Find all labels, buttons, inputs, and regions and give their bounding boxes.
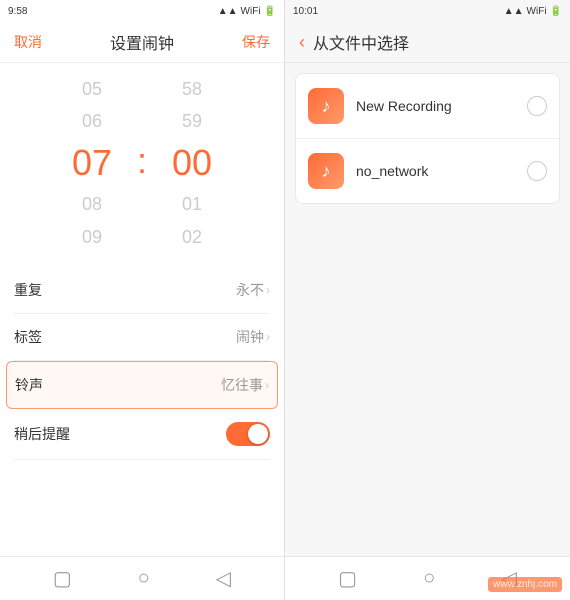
home-icon-right[interactable]: ▢ [338,566,357,591]
ringtone-value: 忆往事› [221,375,269,395]
hour-active: 07 [72,138,112,188]
music-note-icon-2: ♪ [322,161,331,182]
repeat-value: 永不› [236,280,270,300]
alarm-title: 设置闹钟 [110,30,174,54]
signal-icon-right: ▲▲ [504,6,524,17]
minute-prev1: 59 [182,105,202,137]
hour-prev2: 05 [82,73,102,105]
repeat-label: 重复 [14,280,42,300]
file-list: ♪ New Recording ♪ no_network [295,73,560,204]
file-icon-no-network: ♪ [308,153,344,189]
time-colon: : [137,140,147,182]
toggle-knob [248,424,268,444]
right-panel: 10:01 ▲▲ WiFi 🔋 ‹ 从文件中选择 ♪ New Recording… [285,0,570,600]
minute-next1: 01 [182,188,202,220]
settings-list: 重复 永不› 标签 闹钟› 铃声 忆往事› 稍后提醒 [0,267,284,556]
file-picker-top-bar: ‹ 从文件中选择 [285,22,570,63]
file-item-new-recording[interactable]: ♪ New Recording [296,74,559,139]
snooze-label: 稍后提醒 [14,424,70,444]
back-icon-right[interactable]: ○ [423,567,435,590]
signal-icon-left: ▲▲ [218,6,238,17]
minute-prev2: 58 [182,73,202,105]
watermark: www.znhj.com [488,577,562,592]
status-bar-left: 9:58 ▲▲ WiFi 🔋 [0,0,284,22]
back-button[interactable]: ‹ [299,32,305,53]
snooze-toggle[interactable] [226,422,270,446]
file-icon-new-recording: ♪ [308,88,344,124]
ringtone-arrow-icon: › [265,378,269,392]
label-value: 闹钟› [236,327,270,347]
hour-column[interactable]: 05 06 07 08 09 [47,73,137,253]
radio-no-network[interactable] [527,161,547,181]
minute-active: 00 [172,138,212,188]
back-icon[interactable]: ○ [138,567,150,590]
hour-next1: 08 [82,188,102,220]
time-picker: 05 06 07 08 09 : 58 59 00 01 02 [0,63,284,267]
battery-icon-left: 🔋 [264,6,276,17]
recent-icon[interactable]: ◁ [216,566,231,591]
repeat-row[interactable]: 重复 永不› [14,267,270,314]
wifi-icon-right: WiFi [527,6,547,17]
minute-column[interactable]: 58 59 00 01 02 [147,73,237,253]
ringtone-row[interactable]: 铃声 忆往事› [6,361,278,409]
status-bar-right: 10:01 ▲▲ WiFi 🔋 [285,0,570,22]
minute-next2: 02 [182,221,202,253]
hour-prev1: 06 [82,105,102,137]
status-time-left: 9:58 [8,6,27,17]
status-icons-right: ▲▲ WiFi 🔋 [504,6,562,17]
music-note-icon: ♪ [322,96,331,117]
file-picker-title: 从文件中选择 [313,30,409,54]
status-icons-left: ▲▲ WiFi 🔋 [218,6,276,17]
alarm-top-bar: 取消 设置闹钟 保存 [0,22,284,63]
home-icon[interactable]: ▢ [53,566,72,591]
label-row[interactable]: 标签 闹钟› [14,314,270,361]
repeat-arrow-icon: › [266,283,270,297]
radio-new-recording[interactable] [527,96,547,116]
battery-icon-right: 🔋 [550,6,562,17]
left-panel: 9:58 ▲▲ WiFi 🔋 取消 设置闹钟 保存 05 06 07 08 09… [0,0,285,600]
file-item-no-network[interactable]: ♪ no_network [296,139,559,203]
hour-next2: 09 [82,221,102,253]
cancel-button[interactable]: 取消 [14,32,42,52]
wifi-icon-left: WiFi [241,6,261,17]
label-label: 标签 [14,327,42,347]
file-name-new-recording: New Recording [356,98,527,114]
save-button[interactable]: 保存 [242,32,270,52]
file-name-no-network: no_network [356,163,527,179]
snooze-row: 稍后提醒 [14,409,270,460]
label-arrow-icon: › [266,330,270,344]
status-time-right: 10:01 [293,6,318,17]
bottom-nav-left: ▢ ○ ◁ [0,556,284,600]
ringtone-label: 铃声 [15,375,43,395]
